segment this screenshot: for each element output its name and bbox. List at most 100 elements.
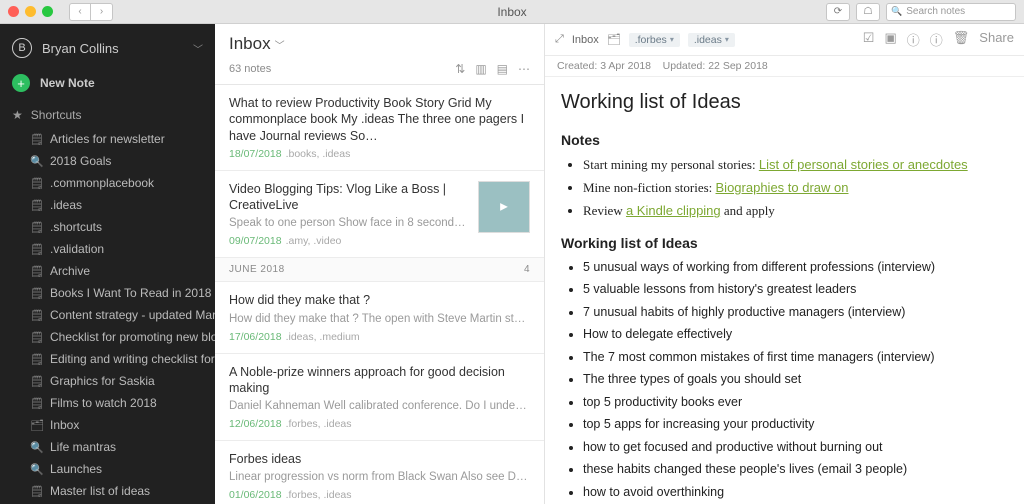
note-list-item[interactable]: What to review Productivity Book Story G…	[215, 85, 544, 171]
note-detail-panel: ⤢ Inbox 🗂 .forbes▾ .ideas▾ ☑ ▣ ⓘ ⓘ 🗑 Sha…	[545, 24, 1024, 504]
list-item: 5 valuable lessons from history's greate…	[583, 281, 1008, 299]
more-options-button[interactable]: ⋯	[518, 62, 530, 76]
search-input[interactable]: 🔍 Search notes	[886, 3, 1016, 21]
close-window-button[interactable]	[8, 6, 19, 17]
sidebar-item[interactable]: 🗒Articles for newsletter	[0, 128, 215, 150]
sidebar-item[interactable]: 🔍 Launches	[0, 458, 215, 480]
sidebar-item[interactable]: 🗒 Editing and writing checklist for…	[0, 348, 215, 370]
list-item: The three types of goals you should set	[583, 371, 1008, 389]
activity-button[interactable]: ☖	[856, 3, 880, 21]
notebook-icon[interactable]: 🗂	[607, 33, 621, 46]
sidebar-item[interactable]: 🗒Archive	[0, 260, 215, 282]
sidebar-item[interactable]: 🗒Graphics for Saskia	[0, 370, 215, 392]
sidebar-item-label: Editing and writing checklist for…	[50, 352, 215, 366]
notebook-title[interactable]: Inbox ﹀	[229, 34, 530, 54]
zoom-window-button[interactable]	[42, 6, 53, 17]
sidebar-item[interactable]: 🗒.commonplacebook	[0, 172, 215, 194]
sidebar-item[interactable]: 🗂Inbox	[0, 414, 215, 436]
notebook-icon: 🗂	[30, 419, 44, 432]
chevron-down-icon: ﹀	[193, 41, 203, 56]
sidebar-item[interactable]: 🗒 Master list of ideas	[0, 480, 215, 502]
sidebar-item[interactable]: 🔍Life mantras	[0, 436, 215, 458]
note-body[interactable]: Working list of Ideas Notes Start mining…	[545, 77, 1024, 504]
note-item-meta: 12/06/2018.forbes, .ideas	[229, 418, 530, 430]
note-icon: 🗒	[30, 287, 44, 300]
list-item: 7 unusual habits of highly productive ma…	[583, 304, 1008, 322]
note-link[interactable]: Biographies to draw on	[716, 180, 849, 195]
shortcuts-label: Shortcuts	[31, 108, 82, 122]
sidebar-item-label: .ideas	[50, 198, 82, 212]
list-item: Start mining my personal stories: List o…	[583, 156, 1008, 174]
note-list-panel: Inbox ﹀ 63 notes ⇅ ▥ ▤ ⋯ What to review …	[215, 24, 545, 504]
note-list-item[interactable]: How did they make that ?How did they mak…	[215, 282, 544, 353]
list-item: top 5 productivity books ever	[583, 394, 1008, 412]
tag-chip[interactable]: .forbes▾	[629, 33, 680, 47]
note-link[interactable]: List of personal stories or anecdotes	[759, 157, 968, 172]
sidebar-item-label: Articles for newsletter	[50, 132, 165, 146]
sidebar-item-label: Archive	[50, 264, 90, 278]
note-icon: 🗒	[30, 485, 44, 498]
sidebar-item[interactable]: 🗒Films to watch 2018	[0, 392, 215, 414]
search-placeholder: Search notes	[906, 6, 965, 17]
note-thumbnail	[478, 181, 530, 233]
ideas-list: 5 unusual ways of working from different…	[583, 259, 1008, 504]
sidebar-item-label: .validation	[50, 242, 104, 256]
info-alt-button[interactable]: ⓘ	[930, 30, 943, 49]
shortcuts-section-header[interactable]: ★ Shortcuts	[0, 102, 215, 128]
tag-chip[interactable]: .ideas▾	[688, 33, 735, 47]
note-link[interactable]: a Kindle clipping	[626, 203, 721, 218]
sidebar-item-label: Master list of ideas	[50, 484, 150, 498]
note-item-meta: 17/06/2018.ideas, .medium	[229, 331, 530, 343]
present-button[interactable]: ▣	[884, 30, 896, 49]
filter-button[interactable]: ▤	[497, 62, 508, 76]
note-icon: 🗒	[30, 397, 44, 410]
note-icon: 🗒	[30, 243, 44, 256]
notebook-title-label: Inbox	[229, 34, 271, 54]
month-header: JUNE 20184	[215, 258, 544, 282]
note-icon: 🗒	[30, 309, 44, 322]
sync-button[interactable]: ⟳	[826, 3, 850, 21]
account-switcher[interactable]: B Bryan Collins ﹀	[0, 32, 215, 64]
list-item: Mine non-fiction stories: Biographies to…	[583, 179, 1008, 197]
list-item: 5 unusual ways of working from different…	[583, 259, 1008, 277]
note-icon: 🗒	[30, 221, 44, 234]
note-list-item[interactable]: A Noble-prize winners approach for good …	[215, 354, 544, 442]
notebook-crumb[interactable]: Inbox	[572, 34, 599, 46]
note-icon: 🗒	[30, 331, 44, 344]
new-note-button[interactable]: + New Note	[0, 64, 215, 102]
trash-button[interactable]: 🗑	[953, 30, 970, 49]
list-item: Review a Kindle clipping and apply	[583, 202, 1008, 220]
section-heading: Working list of Ideas	[561, 235, 1008, 251]
sidebar-item[interactable]: 🗒.ideas	[0, 194, 215, 216]
expand-icon[interactable]: ⤢	[555, 33, 564, 46]
view-toggle-button[interactable]: ▥	[475, 62, 486, 76]
sidebar-item[interactable]: 🗒.shortcuts	[0, 216, 215, 238]
reminder-button[interactable]: ☑	[863, 30, 875, 49]
sidebar-item-label: Checklist for promoting new blo…	[50, 330, 215, 344]
note-list-item[interactable]: Forbes ideasLinear progression vs norm f…	[215, 441, 544, 504]
share-button[interactable]: Share	[979, 30, 1014, 49]
sidebar-item-label: Launches	[50, 462, 102, 476]
sidebar-item[interactable]: 🗒 Checklist for promoting new blo…	[0, 326, 215, 348]
minimize-window-button[interactable]	[25, 6, 36, 17]
sidebar-item[interactable]: 🗒 .validation	[0, 238, 215, 260]
note-icon: 🗒	[30, 353, 44, 366]
search-icon: 🔍	[891, 6, 902, 17]
note-dates: Created: 3 Apr 2018 Updated: 22 Sep 2018	[545, 56, 1024, 77]
sort-button[interactable]: ⇅	[455, 62, 465, 76]
forward-button[interactable]: ›	[91, 3, 113, 21]
search-icon: 🔍	[30, 463, 44, 476]
note-list-item[interactable]: Video Blogging Tips: Vlog Like a Boss | …	[215, 171, 544, 259]
back-button[interactable]: ‹	[69, 3, 91, 21]
sidebar-item[interactable]: 🗒Books I Want To Read in 2018	[0, 282, 215, 304]
app-logo-icon: B	[12, 38, 32, 58]
note-item-meta: 09/07/2018.amy, .video	[229, 235, 468, 247]
account-name: Bryan Collins	[42, 41, 193, 56]
sidebar-item[interactable]: 🗒Content strategy - updated Marc…	[0, 304, 215, 326]
list-item: How to delegate effectively	[583, 326, 1008, 344]
window-title: Inbox	[497, 5, 526, 19]
sidebar-item[interactable]: 🔍2018 Goals	[0, 150, 215, 172]
info-button[interactable]: ⓘ	[907, 30, 920, 49]
traffic-lights	[8, 6, 53, 17]
note-item-meta: 01/06/2018.forbes, .ideas	[229, 489, 530, 501]
